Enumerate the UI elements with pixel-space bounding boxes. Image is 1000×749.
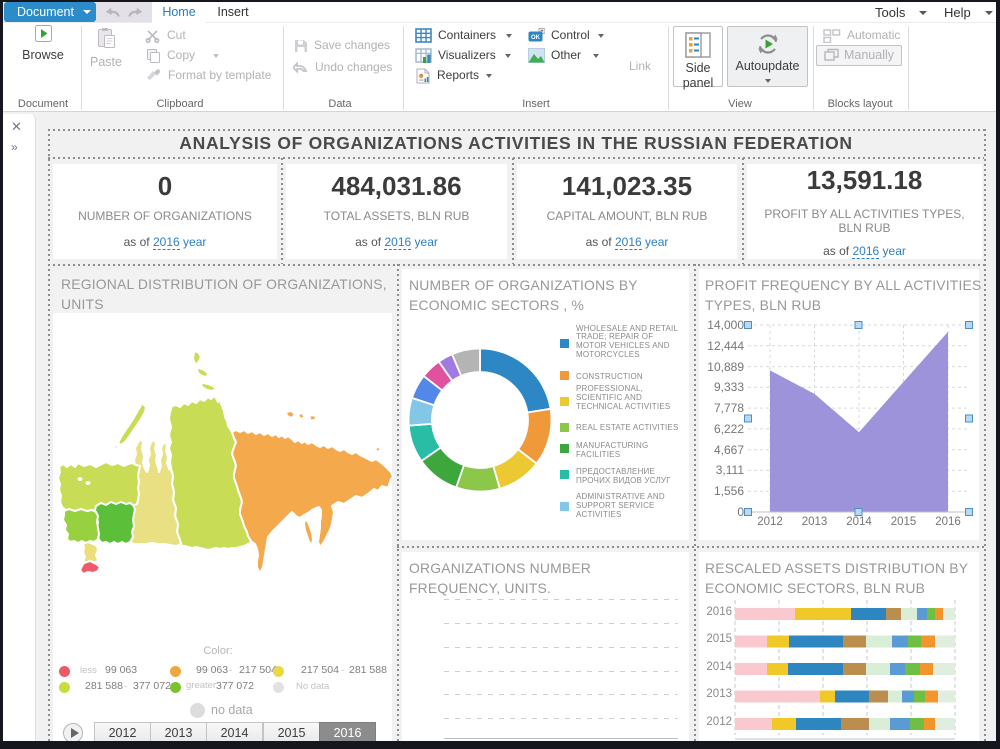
svg-text:OK: OK — [531, 35, 541, 41]
